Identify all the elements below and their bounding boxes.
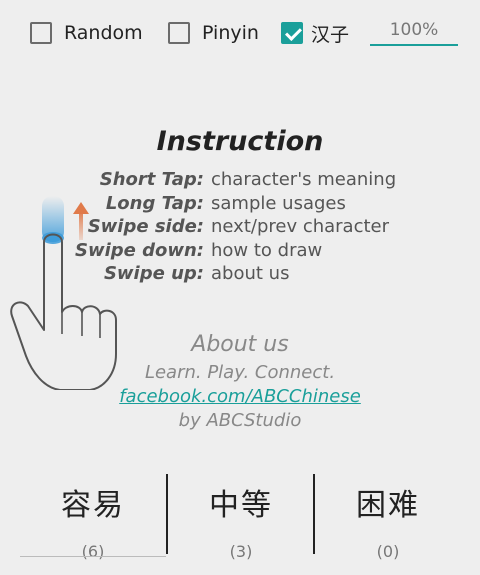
- instruction-value: sample usages: [211, 192, 346, 214]
- pinyin-label[interactable]: Pinyin: [202, 22, 259, 44]
- level-hard-button[interactable]: 困难 (0): [315, 472, 461, 561]
- about-link-row: facebook.com/ABCChinese: [0, 386, 480, 407]
- level-count: (0): [376, 542, 400, 561]
- instruction-row: Short Tap: character's meaning: [0, 168, 480, 192]
- pinyin-checkbox[interactable]: Pinyin: [168, 20, 259, 46]
- about-title: About us: [191, 332, 289, 357]
- pinyin-checkbox-box[interactable]: [168, 22, 190, 44]
- options-bar: Random Pinyin 汉子 100%: [0, 0, 480, 66]
- level-name: 容易: [61, 488, 125, 523]
- level-count: (3): [229, 542, 253, 561]
- hanzi-label[interactable]: 汉子: [311, 20, 349, 47]
- about-by: by ABCStudio: [178, 410, 302, 431]
- level-name: 困难: [356, 488, 420, 523]
- level-count: (6): [81, 542, 105, 561]
- instruction-value: about us: [211, 263, 290, 284]
- random-label[interactable]: Random: [64, 22, 143, 44]
- level-easy-button[interactable]: 容易 (6): [20, 472, 166, 561]
- hanzi-checkbox-box[interactable]: [281, 22, 303, 44]
- instruction-value: character's meaning: [211, 169, 397, 190]
- level-medium-button[interactable]: 中等 (3): [168, 472, 314, 561]
- random-checkbox[interactable]: Random: [30, 20, 143, 46]
- zoom-field[interactable]: 100%: [370, 18, 458, 46]
- level-selector: 容易 (6) 中等 (3) 困难 (0): [0, 472, 480, 564]
- instruction-value: how to draw: [211, 239, 323, 261]
- instruction-key: Short Tap:: [99, 169, 204, 190]
- random-checkbox-box[interactable]: [30, 22, 52, 44]
- level-name: 中等: [209, 488, 273, 523]
- instruction-value: next/prev character: [211, 216, 390, 237]
- level-underline: [20, 556, 166, 557]
- facebook-link[interactable]: facebook.com/ABCChinese: [119, 386, 361, 407]
- hanzi-checkbox[interactable]: 汉子: [281, 20, 349, 46]
- swipe-up-hand-icon: [10, 196, 117, 390]
- about-tagline: Learn. Play. Connect.: [144, 362, 336, 383]
- instruction-title: Instruction: [156, 126, 324, 157]
